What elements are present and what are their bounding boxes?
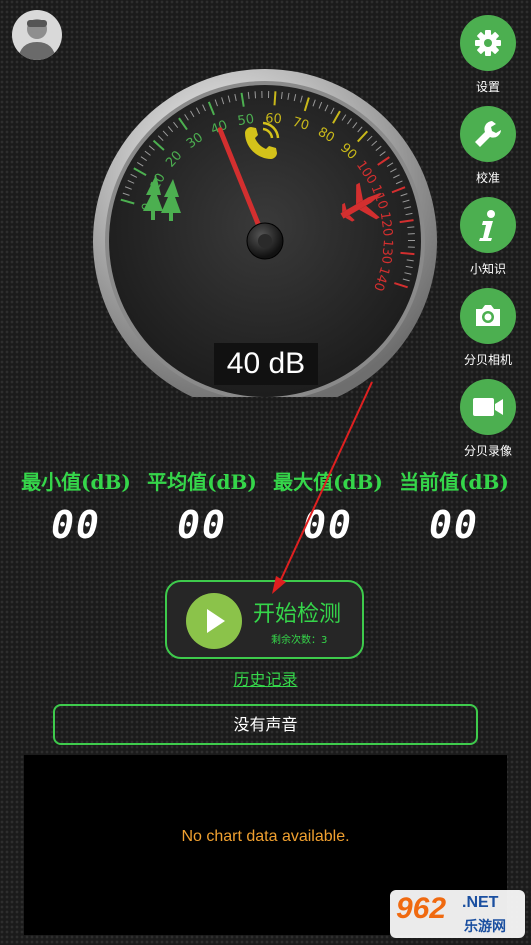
watermark-net: .NET [462, 894, 499, 911]
calibrate-label: 校准 [475, 171, 500, 185]
watermark-logo: 962 .NET 乐游网 [390, 890, 525, 938]
db-camera-circle[interactable] [460, 288, 516, 344]
video-icon [473, 398, 503, 416]
current-value: 00 [429, 503, 479, 547]
min-value: 00 [51, 503, 101, 547]
info-icon [479, 210, 495, 241]
gauge-tick [400, 251, 415, 256]
camera-icon [476, 305, 500, 326]
calibrate-button[interactable]: 校准 [459, 106, 517, 186]
min-label: 最小值(dB) [21, 470, 131, 494]
settings-button[interactable]: 设置 [459, 15, 517, 95]
gauge-tick [407, 226, 415, 229]
knowledge-circle[interactable] [460, 197, 516, 253]
settings-label: 设置 [475, 80, 500, 94]
chart-empty-message: No chart data available. [181, 828, 350, 845]
user-avatar-icon [18, 19, 56, 60]
play-icon[interactable] [186, 593, 242, 649]
db-camera-button[interactable]: 分贝相机 [459, 288, 517, 368]
wrench-icon [475, 121, 501, 147]
db-camera-label: 分贝相机 [463, 353, 512, 367]
remaining-count: 剩余次数：3 [271, 635, 328, 646]
gauge-tick [273, 91, 277, 106]
avg-value: 00 [177, 503, 227, 547]
knowledge-label: 小知识 [469, 262, 506, 276]
db-video-circle[interactable] [460, 379, 516, 435]
current-label: 当前值(dB) [399, 470, 509, 494]
play-triangle-icon [207, 609, 225, 633]
avg-label: 平均值(dB) [147, 470, 257, 494]
gauge-tick-label: 50 [237, 112, 256, 129]
knowledge-button[interactable]: 小知识 [459, 197, 517, 277]
db-video-label: 分贝录像 [463, 444, 512, 458]
gear-icon [475, 30, 501, 56]
start-label: 开始检测 [253, 602, 342, 627]
history-link[interactable]: 历史记录 [0, 666, 531, 690]
db-video-button[interactable]: 分贝录像 [459, 379, 517, 459]
start-detect-button[interactable]: 开始检测 剩余次数：3 [165, 580, 364, 659]
db-readout: 40 dB [214, 343, 318, 385]
watermark-962: 962 [396, 892, 447, 925]
sound-status: 没有声音 [53, 704, 478, 745]
avatar[interactable] [12, 10, 62, 60]
max-label: 最大值(dB) [273, 470, 383, 494]
gauge-tick-label: 130 [378, 239, 395, 265]
settings-circle[interactable] [460, 15, 516, 71]
max-value: 00 [303, 503, 353, 547]
calibrate-circle[interactable] [460, 106, 516, 162]
watermark-cn: 乐游网 [464, 919, 506, 935]
